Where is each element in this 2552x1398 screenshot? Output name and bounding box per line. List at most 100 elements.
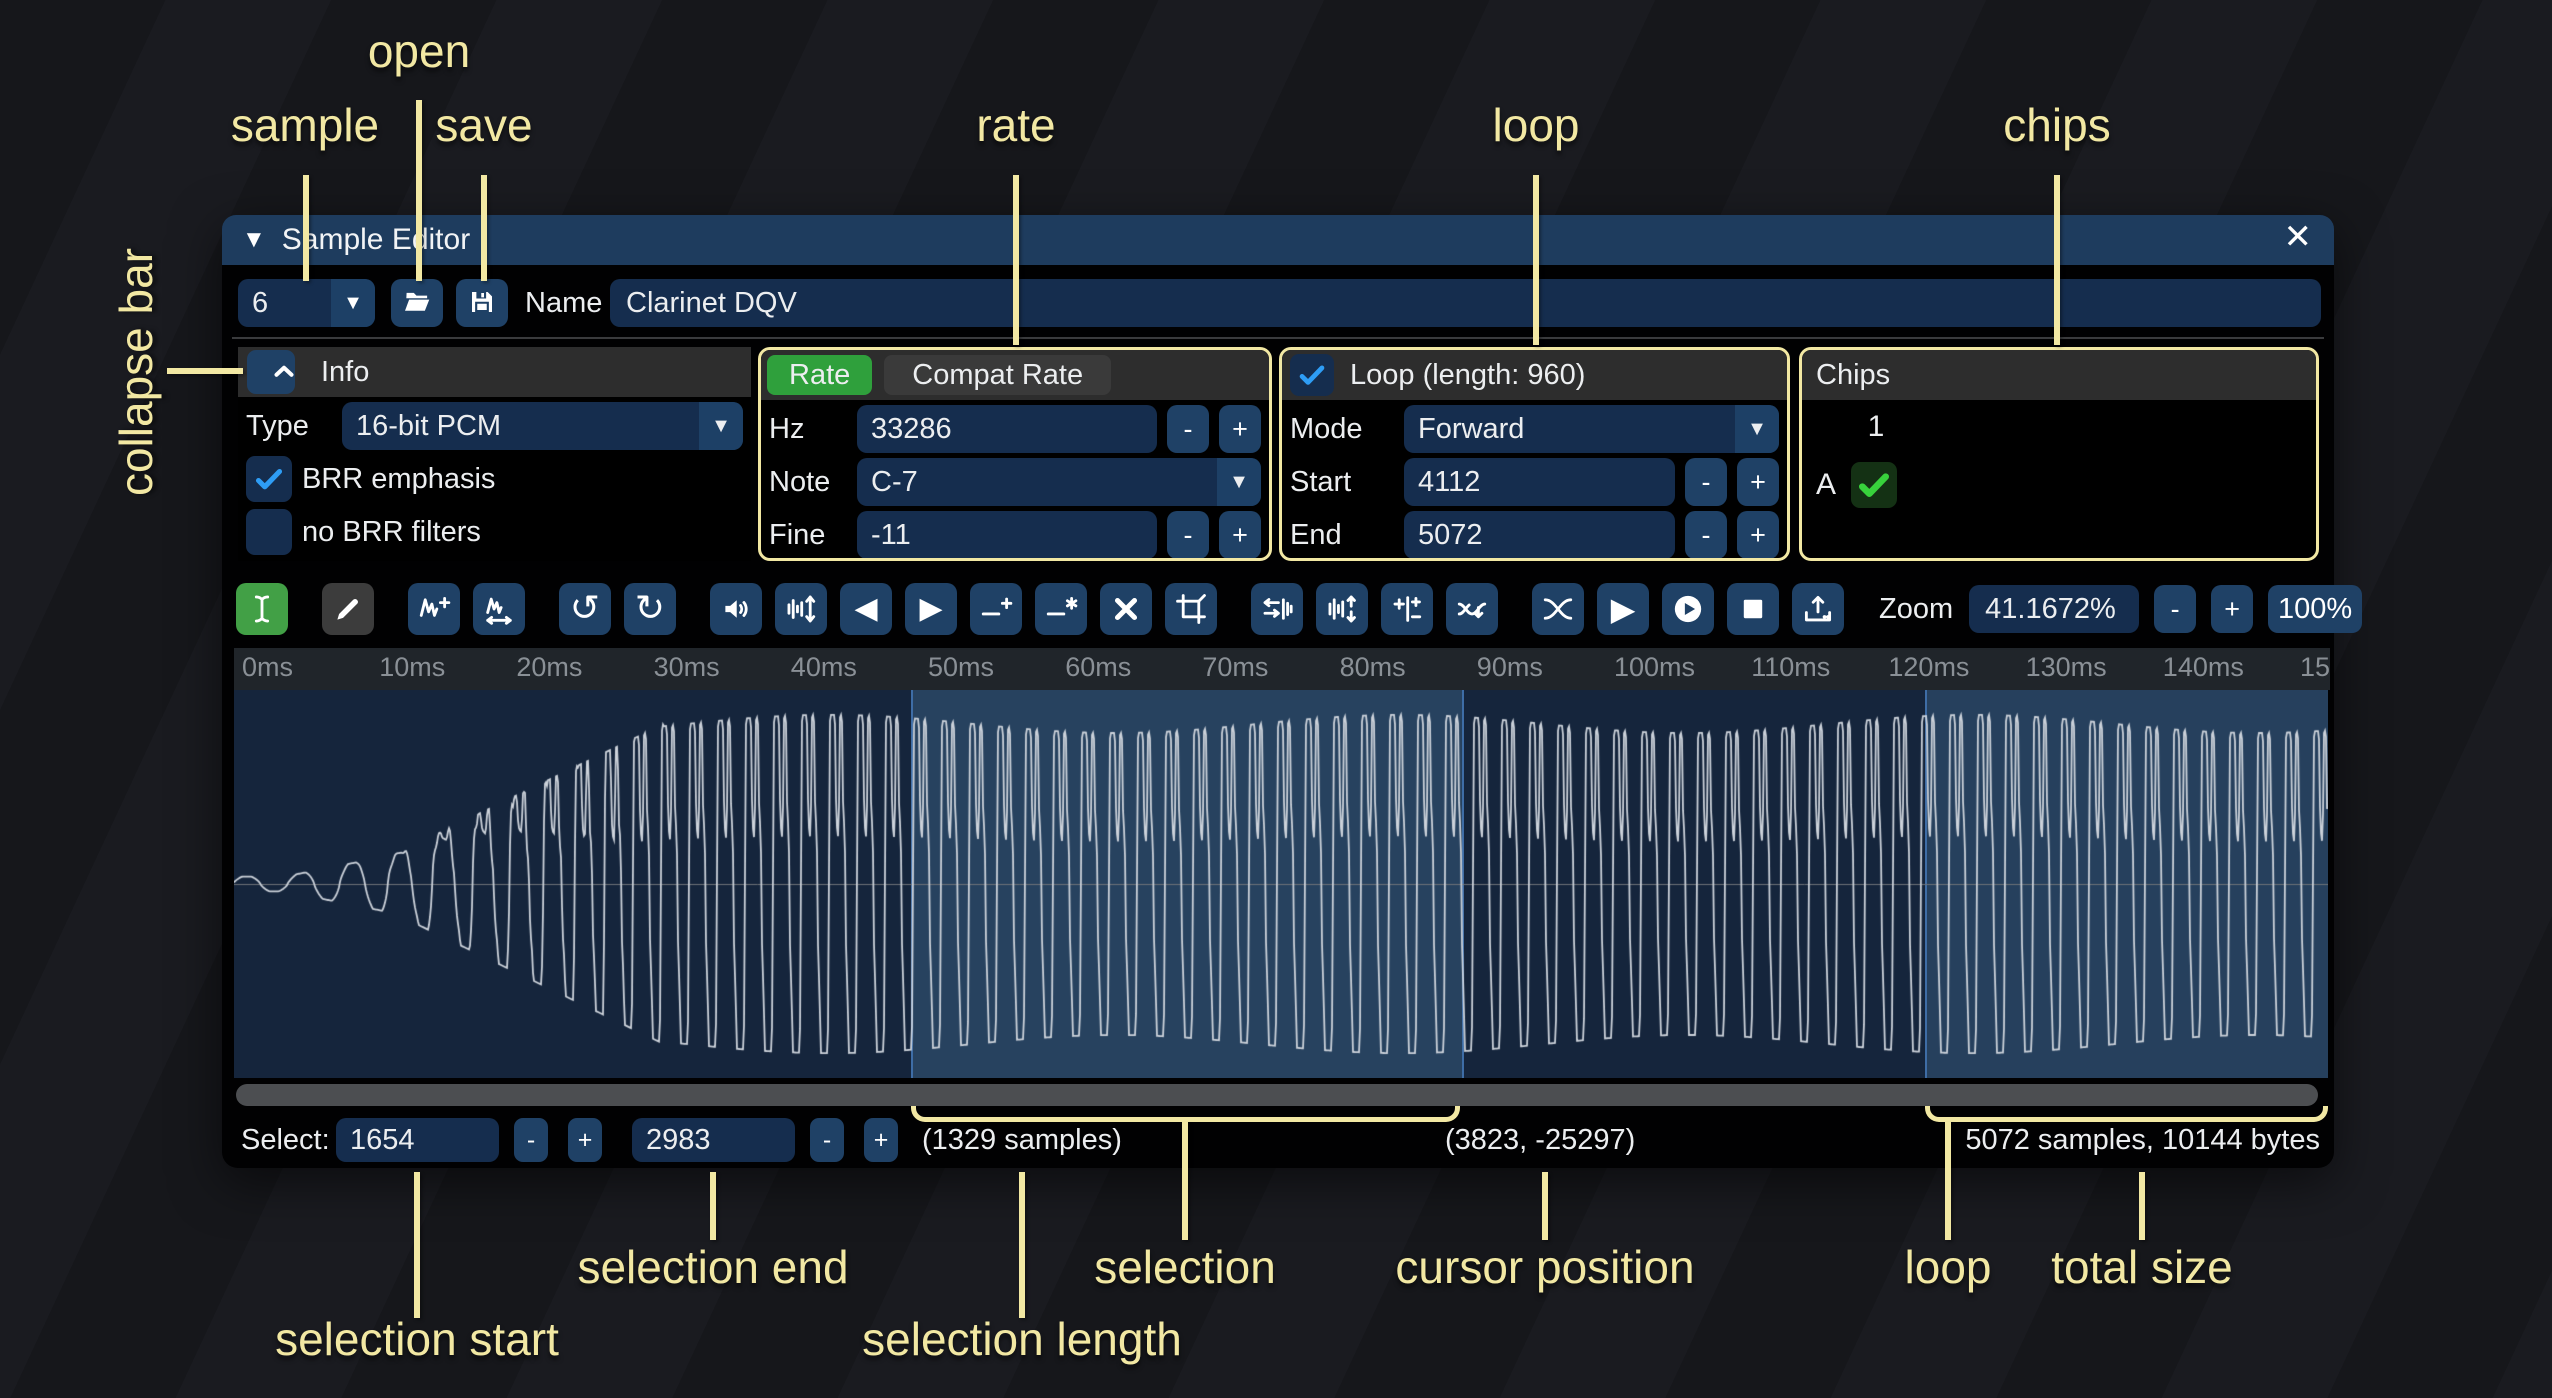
loop-start-decrement-button[interactable]: - xyxy=(1685,458,1727,506)
insert-silence-button[interactable] xyxy=(970,583,1022,635)
redo-icon: ↻ xyxy=(635,591,665,627)
delete-cross-icon xyxy=(1109,592,1143,626)
apply-silence-button[interactable] xyxy=(1035,583,1087,635)
tab-compat-rate[interactable]: Compat Rate xyxy=(884,355,1111,395)
selection-end-decrement-button[interactable]: - xyxy=(810,1118,844,1162)
scrollbar-thumb[interactable] xyxy=(236,1084,2318,1106)
ibeam-cursor-icon xyxy=(245,592,279,626)
annotation-line-cursor-position xyxy=(1542,1172,1548,1240)
zoom-out-button[interactable]: - xyxy=(2154,585,2196,633)
amplify-button[interactable] xyxy=(710,583,762,635)
fine-increment-button[interactable]: + xyxy=(1219,511,1261,559)
close-icon[interactable]: ✕ xyxy=(2284,217,2313,257)
hz-decrement-button[interactable]: - xyxy=(1167,405,1209,453)
hz-input[interactable]: 33286 xyxy=(857,405,1157,453)
preview-note-button[interactable] xyxy=(1662,583,1714,635)
chevron-down-icon[interactable]: ▼ xyxy=(1735,405,1779,453)
resize-button[interactable] xyxy=(408,583,460,635)
note-dropdown[interactable]: C-7 ▼ xyxy=(857,458,1261,506)
annotation-sample: sample xyxy=(231,98,379,152)
silence-star-icon xyxy=(1044,592,1078,626)
loop-mode-dropdown[interactable]: Forward ▼ xyxy=(1404,405,1779,453)
annotation-selection-length: selection length xyxy=(862,1312,1182,1366)
resample-button[interactable] xyxy=(473,583,525,635)
export-button[interactable] xyxy=(1792,583,1844,635)
ruler-tick: 40ms xyxy=(791,652,857,683)
filter-curve-icon xyxy=(1455,592,1489,626)
annotation-selection-start: selection start xyxy=(275,1312,559,1366)
collapse-bar-button[interactable] xyxy=(247,350,295,394)
stop-button[interactable] xyxy=(1727,583,1779,635)
rate-panel: Rate Compat Rate Hz 33286 - + Note C-7 ▼ xyxy=(758,347,1272,561)
sample-name-input[interactable]: Clarinet DQV xyxy=(610,279,2321,327)
annotation-line-loop-top xyxy=(1533,175,1539,345)
loop-start-increment-button[interactable]: + xyxy=(1737,458,1779,506)
edit-draw-button[interactable] xyxy=(322,583,374,635)
loop-end-label: End xyxy=(1290,519,1394,552)
name-label: Name xyxy=(525,279,602,327)
annotation-collapse-bar: collapse bar xyxy=(109,248,163,496)
fade-in-button[interactable]: ◀ xyxy=(840,583,892,635)
annotation-line-total-size xyxy=(2139,1172,2145,1240)
ruler-tick: 100ms xyxy=(1614,652,1695,683)
titlebar[interactable]: ▼ Sample Editor ✕ xyxy=(222,215,2334,265)
annotation-line-rate xyxy=(1013,175,1019,345)
open-sample-button[interactable] xyxy=(391,279,443,327)
selection-end-input[interactable]: 2983 xyxy=(632,1118,795,1162)
brr-emphasis-label: BRR emphasis xyxy=(302,463,495,496)
chip-enable-checkbox[interactable] xyxy=(1851,462,1897,508)
zoom-input[interactable]: 41.1672% xyxy=(1969,585,2139,633)
selection-start-input[interactable]: 1654 xyxy=(336,1118,499,1162)
annotation-line-sample xyxy=(303,175,309,281)
type-label: Type xyxy=(246,410,332,443)
fine-decrement-button[interactable]: - xyxy=(1167,511,1209,559)
save-sample-button[interactable] xyxy=(456,279,508,327)
invert-button[interactable] xyxy=(1316,583,1368,635)
crossfade-button[interactable] xyxy=(1532,583,1584,635)
selection-start-increment-button[interactable]: + xyxy=(568,1118,602,1162)
wave-plus-icon xyxy=(417,592,451,626)
trim-button[interactable] xyxy=(1165,583,1217,635)
sample-selector[interactable]: 6 ▼ xyxy=(238,279,375,327)
fade-out-button[interactable]: ▶ xyxy=(905,583,957,635)
floppy-save-icon xyxy=(467,287,497,320)
edit-select-button[interactable] xyxy=(236,583,288,635)
zoom-reset-button[interactable]: 100% xyxy=(2268,585,2362,633)
reverse-button[interactable] xyxy=(1251,583,1303,635)
brr-emphasis-checkbox[interactable] xyxy=(246,456,292,502)
preview-button[interactable]: ▶ xyxy=(1597,583,1649,635)
loop-end-increment-button[interactable]: + xyxy=(1737,511,1779,559)
hz-increment-button[interactable]: + xyxy=(1219,405,1261,453)
selection-end-increment-button[interactable]: + xyxy=(864,1118,898,1162)
chevron-down-icon[interactable]: ▼ xyxy=(331,279,375,327)
annotation-loop-top: loop xyxy=(1493,98,1580,152)
loop-end-input[interactable]: 5072 xyxy=(1404,511,1675,559)
annotation-total-size: total size xyxy=(2051,1240,2233,1294)
zoom-in-button[interactable]: + xyxy=(2211,585,2253,633)
crop-icon xyxy=(1174,592,1208,626)
sample-type-dropdown[interactable]: 16-bit PCM ▼ xyxy=(342,402,743,450)
loop-enable-checkbox[interactable] xyxy=(1290,354,1334,396)
window-collapse-icon[interactable]: ▼ xyxy=(242,226,266,254)
ruler-tick: 140ms xyxy=(2163,652,2244,683)
normalize-button[interactable] xyxy=(775,583,827,635)
sample-type-value: 16-bit PCM xyxy=(342,402,699,450)
redo-button[interactable]: ↻ xyxy=(624,583,676,635)
chevron-down-icon[interactable]: ▼ xyxy=(1217,458,1261,506)
undo-button[interactable]: ↺ xyxy=(559,583,611,635)
delete-button[interactable] xyxy=(1100,583,1152,635)
waveform-canvas[interactable] xyxy=(234,690,2328,1078)
selection-start-decrement-button[interactable]: - xyxy=(514,1118,548,1162)
no-brr-filters-checkbox[interactable] xyxy=(246,509,292,555)
fine-input[interactable]: -11 xyxy=(857,511,1157,559)
loop-start-input[interactable]: 4112 xyxy=(1404,458,1675,506)
annotation-chips: chips xyxy=(2003,98,2110,152)
tab-rate[interactable]: Rate xyxy=(767,355,872,395)
no-brr-filters-label: no BRR filters xyxy=(302,516,481,549)
chevron-down-icon[interactable]: ▼ xyxy=(699,402,743,450)
stop-icon xyxy=(1736,592,1770,626)
loop-end-decrement-button[interactable]: - xyxy=(1685,511,1727,559)
signedness-button[interactable] xyxy=(1381,583,1433,635)
filter-button[interactable] xyxy=(1446,583,1498,635)
total-size-text: 5072 samples, 10144 bytes xyxy=(1965,1118,2320,1162)
